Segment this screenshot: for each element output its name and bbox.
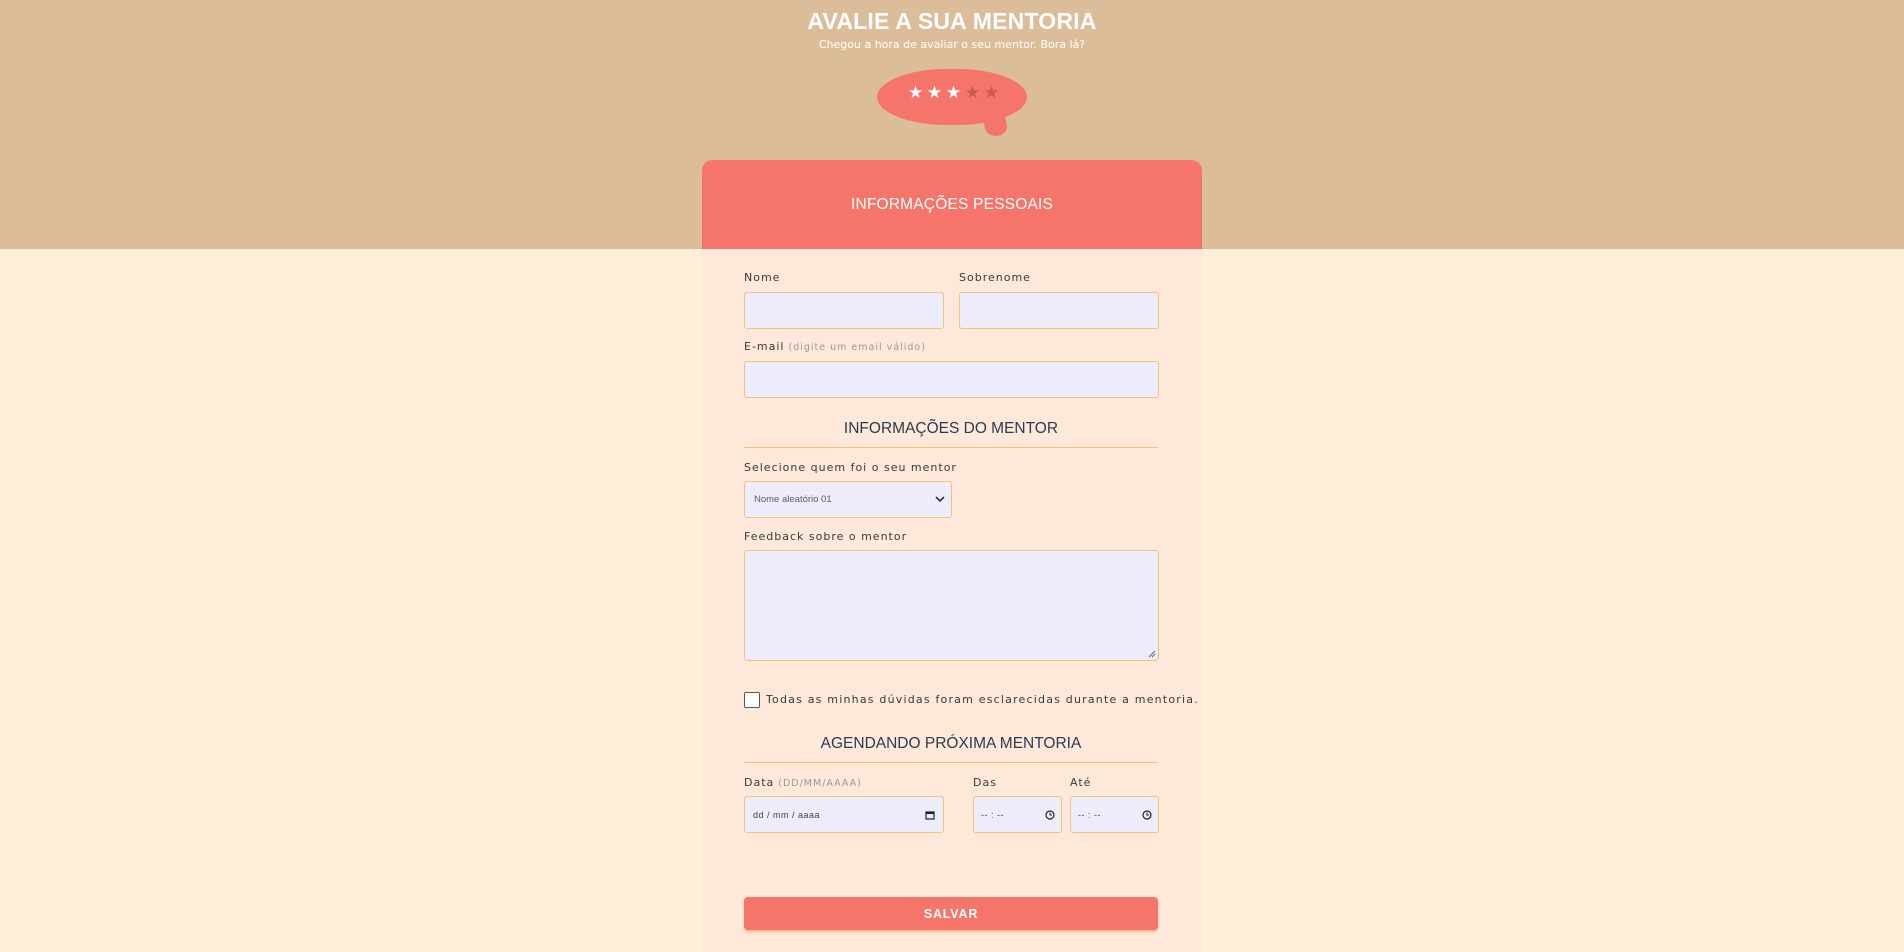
save-button[interactable]: SALVAR bbox=[744, 897, 1158, 930]
date-input[interactable]: dd / mm / aaaa bbox=[744, 796, 944, 833]
star-icon[interactable]: ★ bbox=[926, 85, 943, 102]
feedback-textarea[interactable] bbox=[744, 550, 1159, 661]
star-icon[interactable]: ★ bbox=[907, 85, 924, 102]
doubts-checkbox[interactable] bbox=[744, 692, 760, 708]
mentor-section-divider bbox=[744, 447, 1158, 448]
date-placeholder: dd / mm / aaaa bbox=[753, 810, 821, 820]
date-label-text: Data bbox=[744, 776, 775, 789]
card-header-title: INFORMAÇÕES PESSOAIS bbox=[850, 195, 1054, 213]
mentor-select[interactable]: Nome aleatório 01 bbox=[744, 481, 952, 518]
to-time-label: Até bbox=[1070, 776, 1092, 789]
email-input[interactable] bbox=[744, 361, 1159, 398]
to-time-input[interactable]: -- : -- bbox=[1070, 796, 1159, 833]
card-header: INFORMAÇÕES PESSOAIS bbox=[702, 160, 1202, 249]
calendar-icon[interactable] bbox=[925, 810, 935, 820]
star-rating[interactable]: ★ ★ ★ ★ ★ bbox=[907, 85, 1000, 102]
from-time-placeholder: -- : -- bbox=[981, 810, 1004, 820]
page-title: AVALIE A SUA MENTORIA bbox=[807, 8, 1097, 34]
schedule-section-divider bbox=[744, 762, 1158, 763]
date-hint: (DD/MM/AAAA) bbox=[778, 778, 862, 789]
star-icon[interactable]: ★ bbox=[964, 85, 981, 102]
to-time-placeholder: -- : -- bbox=[1078, 810, 1101, 820]
clock-icon[interactable] bbox=[1045, 810, 1055, 820]
star-icon[interactable]: ★ bbox=[983, 85, 1000, 102]
mentor-select-label: Selecione quem foi o seu mentor bbox=[744, 461, 957, 474]
nome-label: Nome bbox=[744, 271, 781, 284]
mentor-section-title: INFORMAÇÕES DO MENTOR bbox=[843, 420, 1059, 437]
from-time-label: Das bbox=[973, 776, 997, 789]
schedule-section-title: AGENDANDO PRÓXIMA MENTORIA bbox=[820, 735, 1082, 752]
sobrenome-input[interactable] bbox=[959, 292, 1159, 329]
sobrenome-label: Sobrenome bbox=[959, 271, 1031, 284]
date-label: Data (DD/MM/AAAA) bbox=[744, 776, 862, 789]
doubts-checkbox-label: Todas as minhas dúvidas foram esclarecid… bbox=[766, 693, 1199, 706]
email-label-text: E-mail bbox=[744, 340, 785, 353]
clock-icon[interactable] bbox=[1142, 810, 1152, 820]
email-label: E-mail (digite um email válido) bbox=[744, 340, 926, 353]
from-time-input[interactable]: -- : -- bbox=[973, 796, 1062, 833]
page-subtitle: Chegou a hora de avaliar o seu mentor. B… bbox=[818, 38, 1086, 51]
resize-handle-icon[interactable] bbox=[1148, 650, 1156, 658]
mentor-select-value: Nome aleatório 01 bbox=[754, 494, 832, 505]
star-icon[interactable]: ★ bbox=[945, 85, 962, 102]
feedback-label: Feedback sobre o mentor bbox=[744, 530, 908, 543]
nome-input[interactable] bbox=[744, 292, 944, 329]
chevron-down-icon bbox=[935, 496, 945, 503]
email-hint: (digite um email válido) bbox=[788, 342, 926, 353]
